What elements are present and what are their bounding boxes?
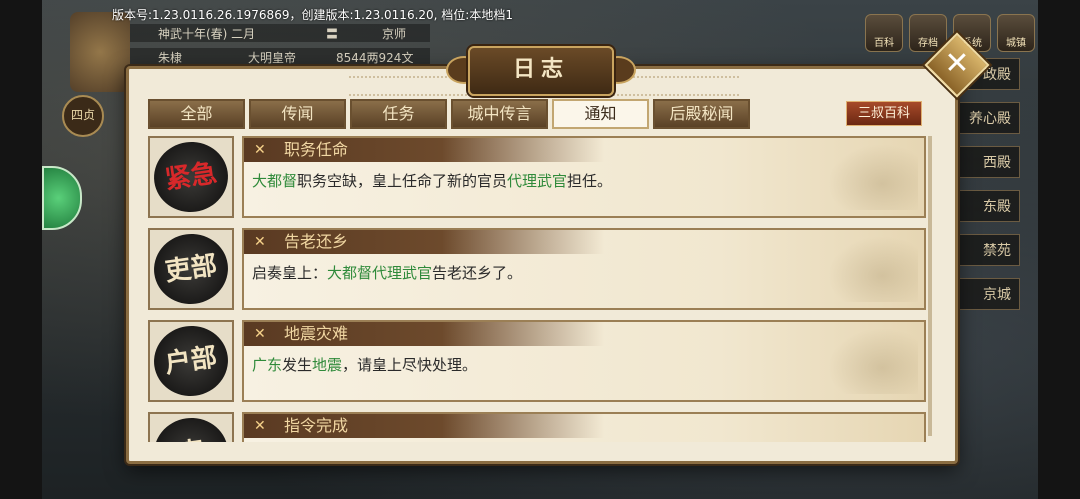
entry-body: 广东发生地震，请皇上尽快处理。 (252, 354, 477, 375)
palace-menu-item[interactable]: 禁苑 (950, 234, 1020, 266)
date-text: 神武十年(春) 二月 (158, 27, 256, 41)
close-icon: ✕ (944, 46, 970, 81)
entry-header: ✕ 职务任命 (244, 138, 604, 162)
tab-rumors[interactable]: 传闻 (249, 99, 346, 129)
department-seal: 紧急 (148, 136, 234, 218)
entry-card: ✕ 地震灾难 广东发生地震，请皇上尽快处理。 (242, 320, 926, 402)
department-seal: 吏 (148, 412, 234, 442)
highlighted-term: 地震 (312, 356, 343, 374)
town-icon[interactable]: 城镇 (997, 14, 1035, 52)
tab-city-rumors[interactable]: 城中传言 (451, 99, 548, 129)
entry-header: ✕ 指令完成 (244, 414, 604, 438)
entry-title: 地震灾难 (284, 324, 349, 343)
highlighted-term: 代理武官 (507, 172, 568, 190)
body-text: 启奏皇上： (252, 264, 328, 282)
divider-glyph: 〓 (326, 27, 339, 41)
log-tabs: 全部 传闻 任务 城中传言 通知 后殿秘闻 (148, 99, 750, 129)
ink-landscape-decor (828, 236, 918, 302)
palace-menu-item[interactable]: 西殿 (950, 146, 1020, 178)
entry-header: ✕ 告老还乡 (244, 230, 604, 254)
entry-card: ✕ 指令完成 (242, 412, 926, 442)
wiki-icon[interactable]: 百科 (865, 14, 903, 52)
player-title: 大明皇帝 (248, 51, 297, 65)
entry-card: ✕ 职务任命 大都督职务空缺，皇上任命了新的官员代理武官担任。 (242, 136, 926, 218)
entry-body: 启奏皇上：大都督代理武官告老还乡了。 (252, 262, 522, 283)
left-frame (0, 0, 42, 499)
right-frame (1038, 0, 1080, 499)
entry-title: 职务任命 (284, 140, 349, 159)
body-text: 发生 (282, 356, 313, 374)
highlighted-term: 广东 (252, 356, 283, 374)
log-entry-list[interactable]: 紧急 ✕ 职务任命 大都督职务空缺，皇上任命了新的官员代理武官担任。 吏部 ✕ … (146, 132, 932, 442)
entry-body: 大都督职务空缺，皇上任命了新的官员代理武官担任。 (252, 170, 612, 191)
log-entry[interactable]: 吏 ✕ 指令完成 (146, 408, 932, 442)
body-text: 告老还乡了。 (432, 264, 523, 282)
emperor-avatar[interactable] (70, 12, 130, 92)
scrollbar[interactable] (928, 136, 932, 436)
seal-text: 紧急 (149, 137, 233, 217)
seal-text: 吏部 (149, 229, 233, 309)
highlighted-term: 大都督 (252, 172, 298, 190)
entry-card: ✕ 告老还乡 启奏皇上：大都督代理武官告老还乡了。 (242, 228, 926, 310)
tab-all[interactable]: 全部 (148, 99, 245, 129)
seal-text: 吏 (149, 413, 233, 442)
log-entry[interactable]: 吏部 ✕ 告老还乡 启奏皇上：大都督代理武官告老还乡了。 (146, 224, 932, 310)
player-name: 朱棣 (158, 51, 183, 65)
crossed-swords-icon: ✕ (254, 418, 266, 434)
palace-menu: 政殿 养心殿 西殿 东殿 禁苑 京城 (950, 58, 1020, 322)
body-text: 担任。 (567, 172, 613, 190)
entry-title: 指令完成 (284, 416, 349, 435)
panel-title: 日志 (468, 46, 614, 96)
department-seal: 户部 (148, 320, 234, 402)
log-entry[interactable]: 户部 ✕ 地震灾难 广东发生地震，请皇上尽快处理。 (146, 316, 932, 402)
version-text: 版本号:1.23.0116.26.1976869，创建版本:1.23.0116.… (112, 8, 513, 22)
palace-menu-item[interactable]: 东殿 (950, 190, 1020, 222)
money-text: 8544两924文 (336, 51, 414, 65)
tab-tasks[interactable]: 任务 (350, 99, 447, 129)
side-badge[interactable]: 四贞 (62, 95, 104, 137)
location-text: 京师 (382, 27, 407, 41)
date-location-row: 神武十年(春) 二月 〓 京师 (130, 24, 430, 42)
palace-menu-item[interactable]: 养心殿 (950, 102, 1020, 134)
tab-notices[interactable]: 通知 (552, 99, 649, 129)
entry-title: 告老还乡 (284, 232, 349, 251)
entry-header: ✕ 地震灾难 (244, 322, 604, 346)
department-seal: 吏部 (148, 228, 234, 310)
player-info-row: 朱棣 大明皇帝 8544两924文 (130, 48, 430, 66)
seal-text: 户部 (149, 321, 233, 401)
crossed-swords-icon: ✕ (254, 326, 266, 342)
log-entry[interactable]: 紧急 ✕ 职务任命 大都督职务空缺，皇上任命了新的官员代理武官担任。 (146, 132, 932, 218)
crossed-swords-icon: ✕ (254, 142, 266, 158)
tab-harem-secrets[interactable]: 后殿秘闻 (653, 99, 750, 129)
palace-menu-item[interactable]: 京城 (950, 278, 1020, 310)
ink-landscape-decor (828, 144, 918, 210)
highlighted-term: 大都督代理武官 (327, 264, 433, 282)
ink-landscape-decor (828, 328, 918, 394)
body-text: 职务空缺，皇上任命了新的官员 (297, 172, 508, 190)
crossed-swords-icon: ✕ (254, 234, 266, 250)
body-text: ，请皇上尽快处理。 (342, 356, 478, 374)
wiki-button[interactable]: 三叔百科 (846, 101, 922, 126)
